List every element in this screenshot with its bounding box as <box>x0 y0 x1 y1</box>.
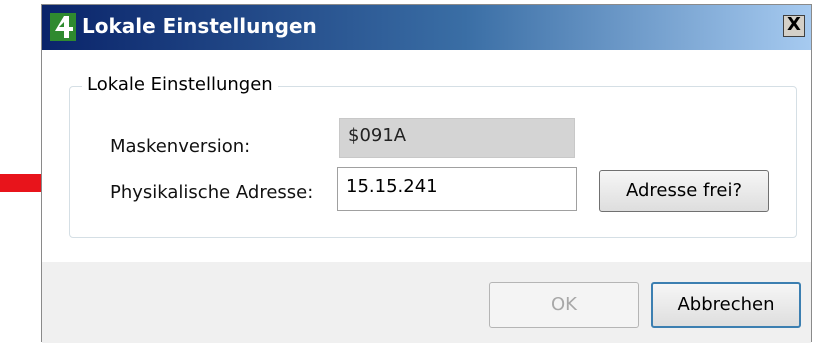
physical-address-label: Physikalische Adresse: <box>110 182 314 203</box>
physical-address-input[interactable]: 15.15.241 <box>337 167 577 211</box>
check-address-button[interactable]: Adresse frei? <box>599 170 769 212</box>
ok-button[interactable]: OK <box>489 282 639 328</box>
dialog-footer: OK Abbrechen <box>42 262 811 343</box>
mask-version-value: $091A <box>339 118 575 158</box>
settings-group-box <box>69 86 797 238</box>
title-bar[interactable]: Lokale Einstellungen X <box>42 5 811 50</box>
settings-dialog: Lokale Einstellungen X Lokale Einstellun… <box>41 4 812 343</box>
mask-version-label: Maskenversion: <box>110 136 251 157</box>
app-4-icon <box>50 13 76 41</box>
dialog-content: Lokale Einstellungen Maskenversion: $091… <box>42 50 811 262</box>
window-title: Lokale Einstellungen <box>82 14 317 38</box>
group-legend: Lokale Einstellungen <box>82 74 278 95</box>
cancel-button[interactable]: Abbrechen <box>651 282 801 328</box>
close-button[interactable]: X <box>783 15 805 37</box>
